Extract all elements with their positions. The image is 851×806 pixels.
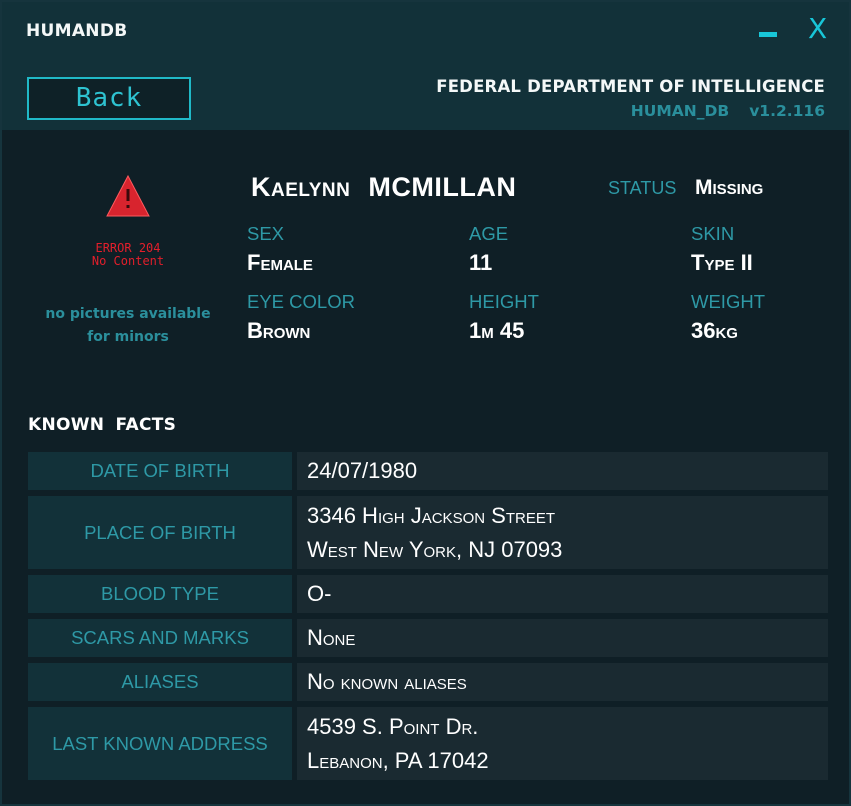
attribute-value-age: 11 xyxy=(469,250,493,275)
error-message: ERROR 204 No Content xyxy=(42,242,214,268)
fact-value-line: 24/07/1980 xyxy=(307,458,418,483)
header-bar: Back FEDERAL DEPARTMENT OF INTELLIGENCE … xyxy=(2,60,849,130)
attribute-value-eye-color: Brown xyxy=(247,318,311,343)
attribute-value-skin: Type II xyxy=(691,250,753,275)
attribute-value-weight: 36kg xyxy=(691,318,738,343)
fact-label: SCARS AND MARKS xyxy=(28,619,292,657)
status-label: STATUS xyxy=(608,178,677,198)
known-facts-title: KNOWN FACTS xyxy=(28,415,177,435)
db-version: v1.2.116 xyxy=(749,102,825,120)
no-picture-note: no pictures available for minors xyxy=(45,306,211,345)
fact-value: None xyxy=(297,619,828,657)
fact-row-blood-type: BLOOD TYPE O- xyxy=(28,575,828,613)
attribute-label-skin: SKIN xyxy=(691,223,735,244)
fact-value: No known aliases xyxy=(297,663,828,701)
humandb-window: HUMANDB X Back FEDERAL DEPARTMENT OF INT… xyxy=(0,0,851,806)
fact-value-line: No known aliases xyxy=(307,669,467,694)
db-info: HUMAN_DB v1.2.116 xyxy=(631,102,825,120)
fact-row-aliases: ALIASES No known aliases xyxy=(28,663,828,701)
status-value: Missing xyxy=(695,176,764,199)
fact-row-date-of-birth: DATE OF BIRTH 24/07/1980 xyxy=(28,452,828,490)
fact-row-last-known-address: LAST KNOWN ADDRESS 4539 S. Point Dr. Leb… xyxy=(28,707,828,780)
fact-value-line: O- xyxy=(307,581,332,606)
attribute-value-sex: Female xyxy=(247,250,313,275)
attribute-value-height: 1m 45 xyxy=(469,318,525,343)
fact-row-place-of-birth: PLACE OF BIRTH 3346 High Jackson Street … xyxy=(28,496,828,569)
fact-label: BLOOD TYPE xyxy=(28,575,292,613)
fact-value-line: Lebanon, PA 17042 xyxy=(307,747,489,773)
fact-value: 3346 High Jackson Street West New York, … xyxy=(297,496,828,569)
agency-name: FEDERAL DEPARTMENT OF INTELLIGENCE xyxy=(436,77,825,96)
fact-row-scars-and-marks: SCARS AND MARKS None xyxy=(28,619,828,657)
attribute-label-height: HEIGHT xyxy=(469,291,539,312)
fact-value-line: None xyxy=(307,625,356,650)
minimize-icon[interactable] xyxy=(759,32,777,37)
attribute-label-sex: SEX xyxy=(247,223,285,244)
warning-triangle-icon xyxy=(106,174,150,217)
app-title: HUMANDB xyxy=(26,21,128,41)
db-name: HUMAN_DB xyxy=(630,102,730,120)
close-icon[interactable]: X xyxy=(808,12,827,46)
attribute-label-age: AGE xyxy=(469,223,509,244)
back-button[interactable]: Back xyxy=(27,77,191,120)
fact-label: ALIASES xyxy=(28,663,292,701)
fact-value-line: West New York, NJ 07093 xyxy=(307,536,563,562)
fact-value: 24/07/1980 xyxy=(297,452,828,490)
fact-label: LAST KNOWN ADDRESS xyxy=(28,707,292,780)
title-bar: HUMANDB X xyxy=(2,2,849,60)
attribute-label-weight: WEIGHT xyxy=(691,291,765,312)
person-name: Kaelynn MCMILLAN xyxy=(251,172,517,202)
fact-value-line: 3346 High Jackson Street xyxy=(307,502,556,528)
attribute-label-eye-color: EYE COLOR xyxy=(247,291,355,312)
error-description: No Content xyxy=(91,254,165,268)
fact-label: DATE OF BIRTH xyxy=(28,452,292,490)
fact-label: PLACE OF BIRTH xyxy=(28,496,292,569)
fact-value-line: 4539 S. Point Dr. xyxy=(307,713,479,739)
fact-value: O- xyxy=(297,575,828,613)
fact-value: 4539 S. Point Dr. Lebanon, PA 17042 xyxy=(297,707,828,780)
